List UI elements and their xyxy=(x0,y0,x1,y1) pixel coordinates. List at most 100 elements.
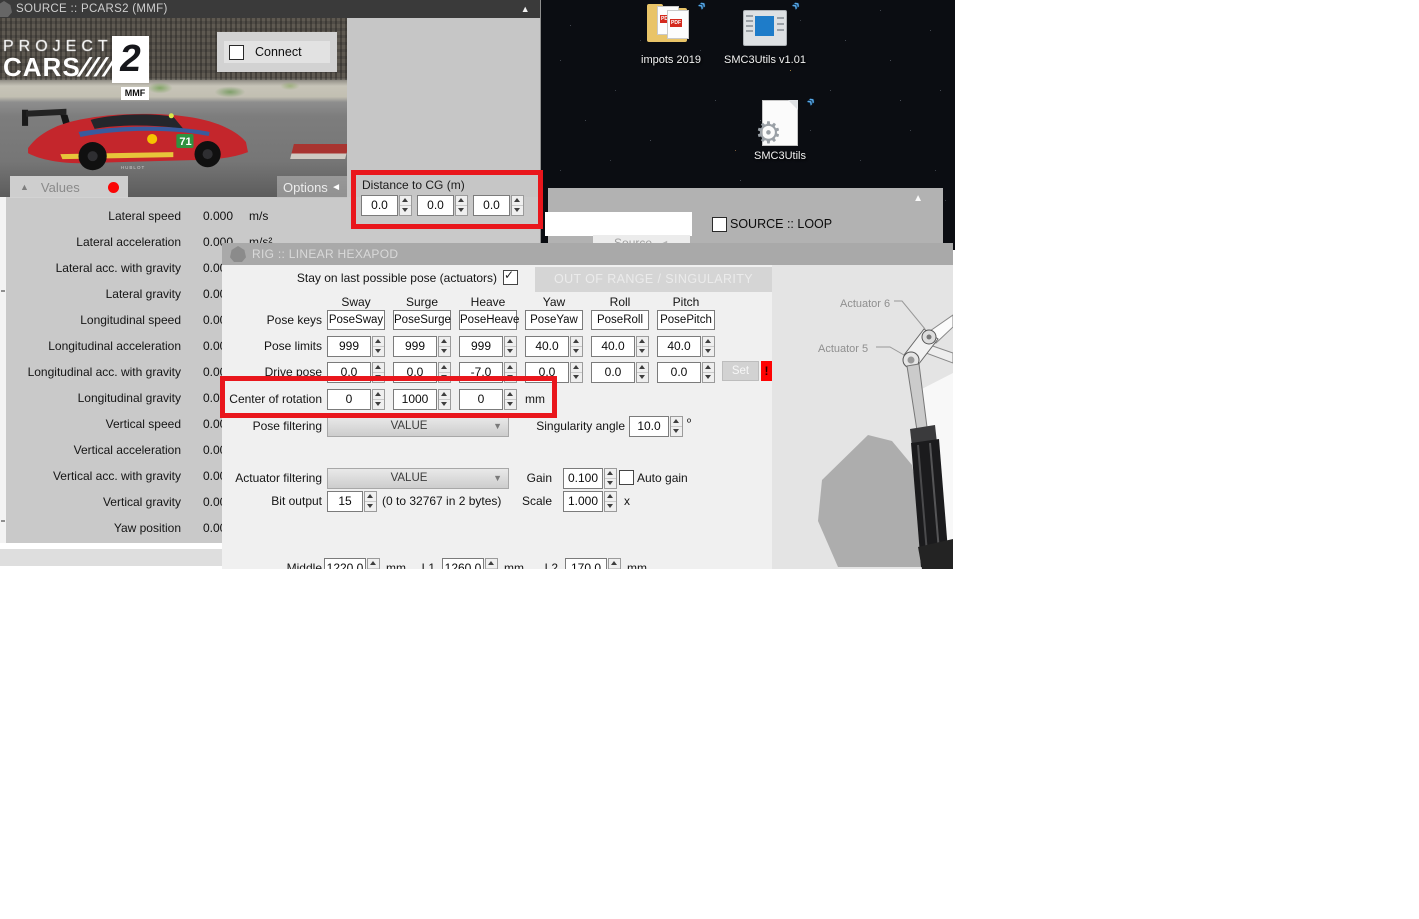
collapse-up-icon[interactable]: ▲ xyxy=(521,3,530,15)
rig-linear-hexapod-window: RIG :: LINEAR HEXAPOD Stay on last possi… xyxy=(222,243,953,569)
drive-pose-sway-stepper[interactable]: 0.0 xyxy=(327,362,385,383)
column-header-pitch: Pitch xyxy=(672,295,700,309)
distance-cg-z-stepper[interactable]: 0.0 xyxy=(473,195,524,216)
actuator-5-label: Actuator 5 xyxy=(818,343,868,355)
panel-edge-strip xyxy=(0,197,6,543)
bit-output-stepper[interactable]: 15 xyxy=(327,491,377,512)
set-button[interactable]: Set xyxy=(722,361,759,381)
desktop-icon-label: impots 2019 xyxy=(641,54,701,66)
drive-pose-pitch-stepper[interactable]: 0.0 xyxy=(657,362,715,383)
stay-on-last-pose-label: Stay on last possible pose (actuators) xyxy=(296,271,497,285)
mmf-badge: MMF xyxy=(121,87,149,100)
l2-label: L2 xyxy=(544,561,558,569)
race-car-illustration: 71 HUBLOT xyxy=(22,108,248,171)
tab-options[interactable]: Options ◄ xyxy=(277,176,347,198)
pose-key-sway-input[interactable]: PoseSway xyxy=(327,310,385,330)
middle-stepper[interactable]: 1220.0 xyxy=(324,558,380,569)
pose-key-yaw-input[interactable]: PoseYaw xyxy=(525,310,583,330)
pose-key-pitch-input[interactable]: PosePitch xyxy=(657,310,715,330)
pose-limit-roll-stepper[interactable]: 40.0 xyxy=(591,336,649,357)
check-icon: ✓ xyxy=(504,268,515,282)
distance-cg-x-stepper[interactable]: 0.0 xyxy=(361,195,412,216)
car-brand-text: HUBLOT xyxy=(121,165,145,170)
gear-document-icon: ⚙ » xyxy=(752,94,817,150)
pose-key-heave-input[interactable]: PoseHeave xyxy=(459,310,519,330)
l2-unit: mm xyxy=(627,561,647,569)
loop-text-input[interactable] xyxy=(545,212,692,236)
app-window-icon: » xyxy=(737,0,802,52)
spinner-buttons[interactable] xyxy=(511,195,524,216)
gain-stepper[interactable]: 0.100 xyxy=(563,468,617,489)
pose-limit-heave-stepper[interactable]: 999 xyxy=(459,336,517,357)
pose-limit-yaw-stepper[interactable]: 40.0 xyxy=(525,336,583,357)
gear-icon: ⚙ xyxy=(755,117,782,150)
stay-on-last-pose-checkbox[interactable]: ✓ xyxy=(503,268,518,285)
shortcut-arrow-icon: » xyxy=(802,94,817,109)
singularity-angle-unit: º xyxy=(687,417,692,429)
desktop-icon-smc3utils[interactable]: ⚙ » SMC3Utils xyxy=(734,94,826,162)
car-number: 71 xyxy=(179,136,191,148)
spinner-buttons[interactable] xyxy=(455,195,468,216)
pose-limit-sway-stepper[interactable]: 999 xyxy=(327,336,385,357)
pose-key-roll-input[interactable]: PoseRoll xyxy=(591,310,649,330)
actuator-filtering-label: Actuator filtering xyxy=(235,471,322,485)
singularity-angle-stepper[interactable]: 10.0 xyxy=(629,416,683,437)
source-pcars2-title: SOURCE :: PCARS2 (MMF) xyxy=(16,3,168,15)
column-header-roll: Roll xyxy=(609,295,631,309)
gain-label: Gain xyxy=(526,471,552,485)
source-loop-checkbox[interactable] xyxy=(712,217,727,232)
source-pcars2-titlebar[interactable]: SOURCE :: PCARS2 (MMF) ▲ xyxy=(0,0,540,18)
alert-indicator: ! xyxy=(761,361,772,381)
source-loop-label: SOURCE :: LOOP xyxy=(730,217,833,231)
center-rotation-unit: mm xyxy=(525,392,545,406)
collapse-up-icon: ▲ xyxy=(20,182,29,192)
pose-limits-label: Pose limits xyxy=(263,339,322,353)
singularity-angle-label: Singularity angle xyxy=(536,419,625,433)
pose-key-surge-input[interactable]: PoseSurge xyxy=(393,310,451,330)
scale-label: Scale xyxy=(521,494,552,508)
rig-titlebar[interactable]: RIG :: LINEAR HEXAPOD xyxy=(222,243,953,265)
l1-label: L1 xyxy=(421,561,435,569)
drive-pose-roll-stepper[interactable]: 0.0 xyxy=(591,362,649,383)
pcars2-artwork: 71 HUBLOT PROJECT CARS//// 2 MMF Connect xyxy=(0,18,347,198)
connect-checkbox[interactable] xyxy=(229,45,244,60)
shortcut-arrow-icon: » xyxy=(693,0,708,13)
spinner-buttons[interactable] xyxy=(399,195,412,216)
auto-gain-checkbox[interactable] xyxy=(619,470,634,485)
scale-stepper[interactable]: 1.000 xyxy=(563,491,617,512)
connect-label: Connect xyxy=(255,45,302,59)
middle-label: Middle xyxy=(286,561,322,569)
pose-limit-surge-stepper[interactable]: 999 xyxy=(393,336,451,357)
desktop-icon-label: SMC3Utils v1.01 xyxy=(724,54,806,66)
module-hexagon-icon xyxy=(230,246,246,262)
shortcut-arrow-icon: » xyxy=(787,0,802,13)
logo-number-box: 2 xyxy=(112,36,149,83)
drive-pose-surge-stepper[interactable]: 0.0 xyxy=(393,362,451,383)
distance-to-cg-label: Distance to CG (m) xyxy=(362,178,465,192)
drive-pose-heave-stepper[interactable]: -7.0 xyxy=(459,362,517,383)
record-dot-icon xyxy=(108,181,119,193)
rig-3d-render: Actuator 6 Actuator 5 xyxy=(772,265,953,569)
pose-limit-pitch-stepper[interactable]: 40.0 xyxy=(657,336,715,357)
center-rotation-y-stepper[interactable]: 1000 xyxy=(393,389,451,410)
center-rotation-z-stepper[interactable]: 0 xyxy=(459,389,517,410)
l1-stepper[interactable]: 1260.0 xyxy=(442,558,498,569)
connect-panel: Connect xyxy=(217,32,337,72)
screen: PDF PDF » impots 2019 » SMC3Utils v1.01 xyxy=(0,0,1419,919)
tab-values[interactable]: ▲ Values xyxy=(10,176,128,198)
l2-stepper[interactable]: 170.0 xyxy=(565,558,621,569)
desktop-icon-label: SMC3Utils xyxy=(754,150,806,162)
desktop-icon-impots-2019[interactable]: PDF PDF » impots 2019 xyxy=(625,0,717,66)
pose-filtering-dropdown[interactable]: VALUE ▼ xyxy=(327,416,509,437)
column-header-surge: Surge xyxy=(405,295,439,309)
desktop-icon-smc3utils-v101[interactable]: » SMC3Utils v1.01 xyxy=(719,0,811,66)
collapse-up-icon[interactable]: ▲ xyxy=(913,193,923,204)
drive-pose-yaw-stepper[interactable]: 0.0 xyxy=(525,362,583,383)
column-header-yaw: Yaw xyxy=(542,295,566,309)
column-header-sway: Sway xyxy=(341,295,371,309)
center-rotation-x-stepper[interactable]: 0 xyxy=(327,389,385,410)
arrow-left-icon: ◄ xyxy=(331,181,341,193)
distance-cg-y-stepper[interactable]: 0.0 xyxy=(417,195,468,216)
bit-output-label: Bit output xyxy=(271,494,322,508)
actuator-filtering-dropdown[interactable]: VALUE ▼ xyxy=(327,468,509,489)
